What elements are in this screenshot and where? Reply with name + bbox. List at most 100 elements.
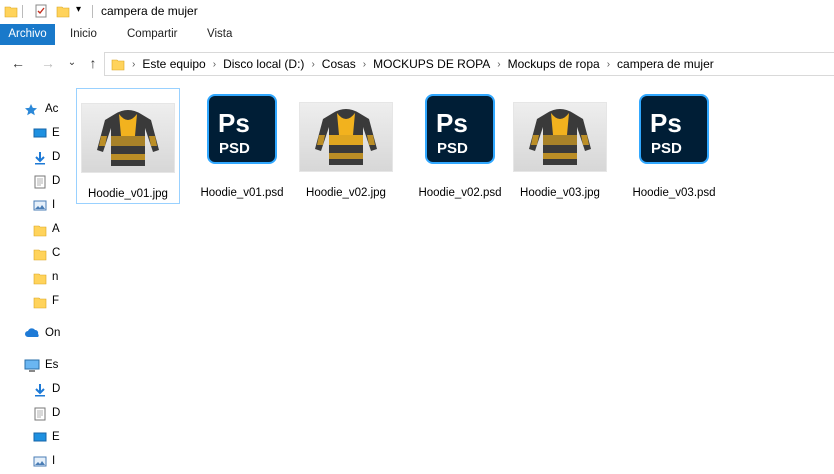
crumb-mockups-de-ropa[interactable]: MOCKUPS DE ROPA (369, 57, 494, 71)
computer-icon (24, 359, 40, 372)
nav-item-label: A (52, 223, 60, 235)
file-name: Hoodie_v02.jpg (306, 187, 386, 199)
psd-icon-label: Ps (218, 108, 250, 138)
folder-icon (33, 295, 47, 309)
tab-compartir[interactable]: Compartir (127, 24, 177, 45)
psd-icon-label: Ps (650, 108, 682, 138)
back-arrow-icon[interactable]: ← (10, 55, 26, 71)
nav-item[interactable]: A (0, 220, 62, 240)
document-icon (33, 175, 47, 189)
file-item[interactable]: Hoodie_v01.jpg (76, 88, 180, 204)
image-icon (33, 199, 47, 212)
breadcrumb-separator-icon[interactable]: › (604, 59, 613, 70)
file-item[interactable]: Ps PSD Hoodie_v03.psd (622, 88, 726, 204)
psd-icon-sub: PSD (651, 140, 682, 157)
download-icon (33, 151, 47, 165)
nav-item-label: D (52, 383, 61, 395)
nav-item-label: D (52, 175, 61, 187)
nav-item-label: Es (45, 359, 59, 371)
nav-item-label: D (52, 407, 61, 419)
quick-access-dropdown-icon[interactable]: ▾ (76, 4, 81, 15)
crumb-este-equipo[interactable]: Este equipo (138, 57, 209, 71)
nav-item[interactable]: D (0, 404, 62, 424)
tab-vista[interactable]: Vista (207, 24, 232, 45)
up-arrow-icon[interactable]: ↑ (85, 55, 101, 71)
file-item[interactable]: Ps PSD Hoodie_v02.psd (408, 88, 512, 204)
file-name: Hoodie_v02.psd (418, 187, 502, 199)
image-thumbnail (513, 102, 607, 172)
photoshop-icon: Ps PSD (425, 94, 495, 164)
nav-item[interactable]: D (0, 148, 62, 168)
nav-item[interactable]: E (0, 428, 62, 448)
nav-item-label: I (52, 199, 56, 211)
star-icon (24, 103, 38, 116)
document-icon (33, 407, 47, 421)
nav-item[interactable]: I (0, 196, 62, 216)
separator (92, 5, 93, 18)
file-item[interactable]: Hoodie_v02.jpg (294, 88, 398, 204)
file-name: Hoodie_v03.jpg (520, 187, 600, 199)
image-icon (33, 455, 47, 468)
psd-icon-sub: PSD (219, 140, 250, 157)
ribbon-tabs: Archivo Inicio Compartir Vista (0, 24, 834, 46)
window-title: campera de mujer (101, 4, 198, 18)
file-name: Hoodie_v01.jpg (88, 188, 168, 200)
psd-icon-sub: PSD (437, 140, 468, 157)
breadcrumb-separator-icon[interactable]: › (494, 59, 503, 70)
image-thumbnail (299, 102, 393, 172)
file-name: Hoodie_v03.psd (632, 187, 716, 199)
new-folder-icon[interactable] (56, 4, 70, 18)
photoshop-icon: Ps PSD (207, 94, 277, 164)
nav-item[interactable]: D (0, 172, 62, 192)
breadcrumb-separator-icon[interactable]: › (308, 59, 317, 70)
file-name: Hoodie_v01.psd (200, 187, 284, 199)
nav-item[interactable]: On (0, 324, 62, 344)
crumb-disco-local[interactable]: Disco local (D:) (219, 57, 308, 71)
nav-item-label: On (45, 327, 61, 339)
nav-item-label: C (52, 247, 61, 259)
nav-item[interactable]: Es (0, 356, 62, 376)
nav-item-label: E (52, 431, 60, 443)
separator (22, 5, 23, 18)
nav-item-label: D (52, 151, 61, 163)
tab-archivo[interactable]: Archivo (0, 24, 55, 45)
address-bar[interactable]: › Este equipo › Disco local (D:) › Cosas… (104, 52, 834, 76)
psd-icon-label: Ps (436, 108, 468, 138)
crumb-cosas[interactable]: Cosas (318, 57, 360, 71)
desktop-icon (33, 127, 47, 140)
image-thumbnail (81, 103, 175, 173)
crumb-mockups-ropa[interactable]: Mockups de ropa (504, 57, 604, 71)
folder-icon (4, 6, 18, 18)
nav-item-label: n (52, 271, 59, 283)
download-icon (33, 383, 47, 397)
breadcrumb-separator-icon[interactable]: › (129, 59, 138, 70)
properties-checkmark-icon[interactable] (34, 4, 48, 18)
nav-item-label: Ac (45, 103, 59, 115)
recent-locations-chevron-icon[interactable]: ⌄ (64, 55, 80, 71)
nav-item[interactable]: F (0, 292, 62, 312)
file-item[interactable]: Hoodie_v03.jpg (508, 88, 612, 204)
nav-item[interactable]: C (0, 244, 62, 264)
nav-item[interactable]: Ac (0, 100, 62, 120)
nav-item[interactable]: E (0, 124, 62, 144)
photoshop-icon: Ps PSD (639, 94, 709, 164)
folder-icon (111, 59, 125, 71)
nav-item-label: F (52, 295, 60, 307)
breadcrumb-separator-icon[interactable]: › (210, 59, 219, 70)
crumb-campera-de-mujer[interactable]: campera de mujer (613, 57, 718, 71)
breadcrumb: › Este equipo › Disco local (D:) › Cosas… (105, 53, 718, 75)
tab-inicio[interactable]: Inicio (70, 24, 97, 45)
title-bar: ▾ campera de mujer (0, 0, 834, 24)
file-list: Hoodie_v01.jpg Ps PSD Hoodie_v01.psd Hoo… (72, 84, 834, 474)
folder-icon (33, 223, 47, 237)
file-item[interactable]: Ps PSD Hoodie_v01.psd (190, 88, 294, 204)
forward-arrow-icon[interactable]: → (40, 55, 56, 71)
nav-item[interactable]: I (0, 452, 62, 472)
nav-item[interactable]: D (0, 380, 62, 400)
breadcrumb-separator-icon[interactable]: › (360, 59, 369, 70)
nav-item-label: I (52, 455, 56, 467)
nav-item-label: E (52, 127, 60, 139)
navigation-pane: Ac E D D I A C n F On Es D D E I (0, 84, 62, 474)
nav-item[interactable]: n (0, 268, 62, 288)
desktop-icon (33, 431, 47, 444)
